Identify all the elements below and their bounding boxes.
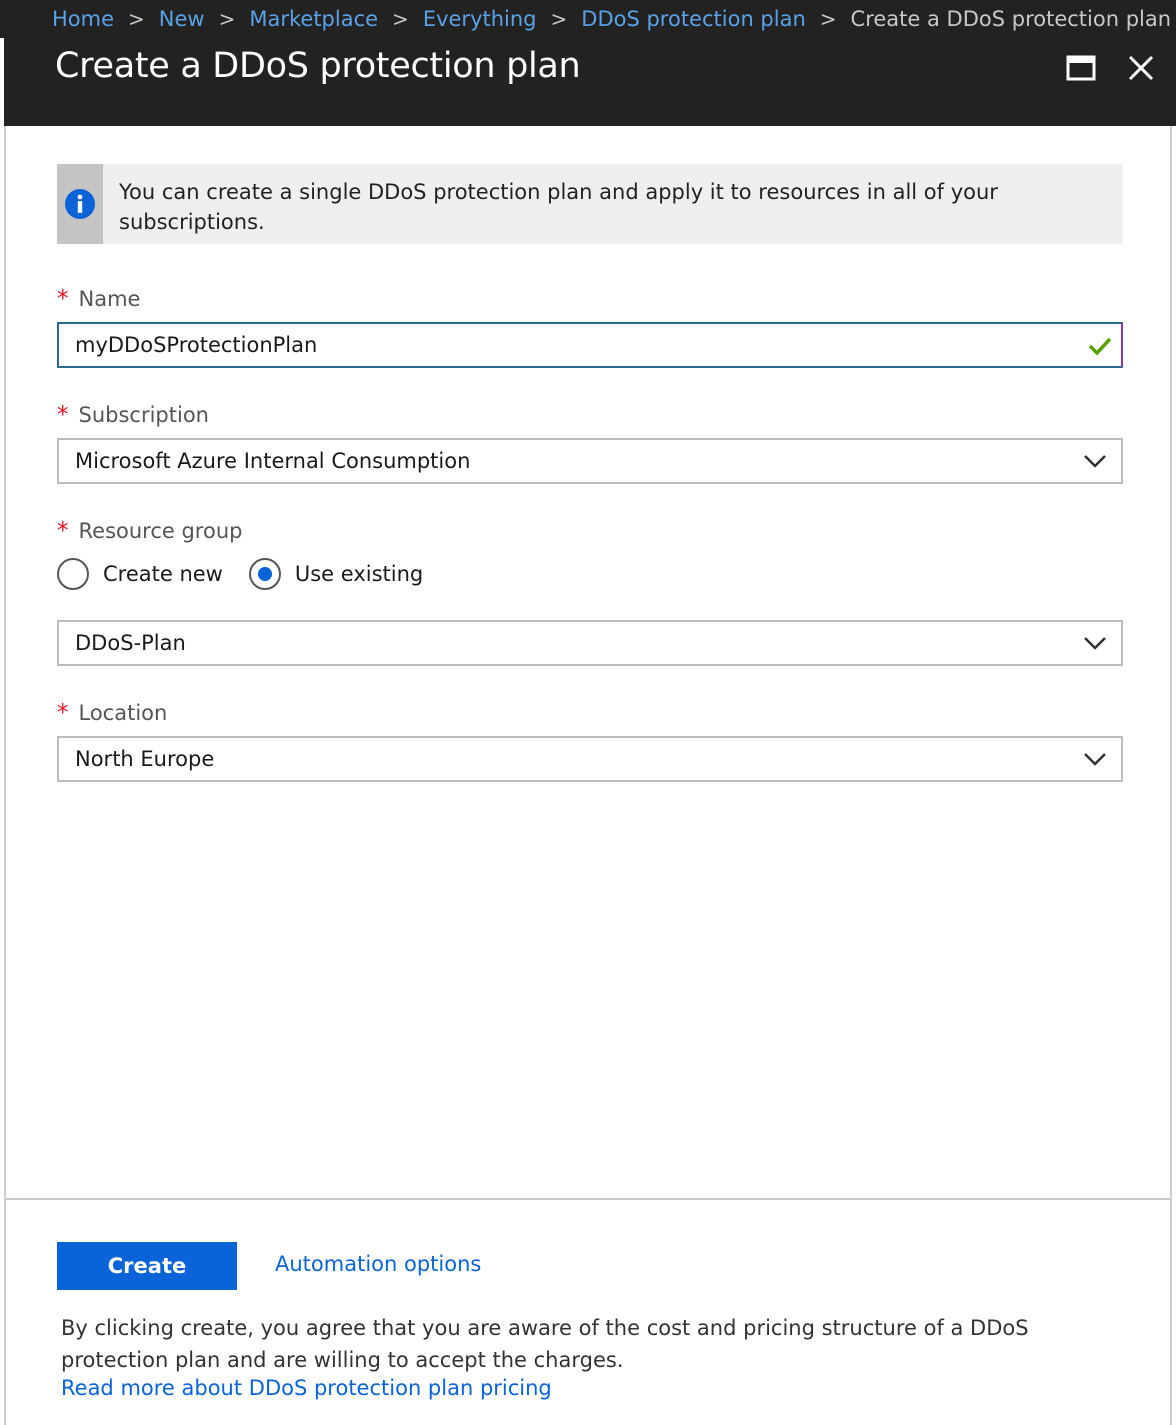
chevron-right-icon: > [819,7,837,31]
chevron-down-icon [1084,637,1106,650]
subscription-value: Microsoft Azure Internal Consumption [75,449,471,473]
radio-button-unselected[interactable] [57,558,89,590]
info-banner: You can create a single DDoS protection … [57,164,1123,244]
disclaimer-text: By clicking create, you agree that you a… [61,1316,1029,1372]
pricing-link[interactable]: Read more about DDoS protection plan pri… [61,1376,552,1400]
name-label-text: Name [78,287,141,311]
radio-button-selected[interactable] [248,558,281,590]
radio-use-existing-label: Use existing [294,562,424,586]
radio-use-existing[interactable]: Use existing [248,558,424,590]
name-label: * Name [57,286,140,312]
chevron-down-icon [1084,455,1106,468]
automation-options-link[interactable]: Automation options [275,1252,481,1276]
required-marker: * [57,402,69,428]
breadcrumb-ddos-plan[interactable]: DDoS protection plan [581,7,806,31]
subscription-label: * Subscription [57,402,209,428]
breadcrumb-current: Create a DDoS protection plan [850,7,1172,31]
chevron-right-icon: > [218,7,236,31]
breadcrumb-new[interactable]: New [159,7,205,31]
name-input[interactable]: myDDoSProtectionPlan [57,322,1123,368]
radio-create-new[interactable]: Create new [57,558,223,590]
location-label: * Location [57,700,167,726]
location-dropdown[interactable]: North Europe [57,736,1123,782]
info-icon [65,189,95,219]
resource-group-value: DDoS-Plan [75,631,186,655]
info-text: You can create a single DDoS protection … [119,180,998,234]
resource-group-dropdown[interactable]: DDoS-Plan [57,620,1123,666]
required-marker: * [57,518,69,544]
subscription-label-text: Subscription [78,403,209,427]
chevron-right-icon: > [392,7,409,31]
blade-header: Create a DDoS protection plan [4,38,1176,126]
blade-body: You can create a single DDoS protection … [4,126,1172,1425]
breadcrumb-marketplace[interactable]: Marketplace [249,7,378,31]
checkmark-icon [1088,337,1112,356]
resource-group-label-text: Resource group [78,519,243,543]
close-icon[interactable] [1124,52,1158,86]
maximize-icon[interactable] [1064,52,1098,86]
footer-divider [6,1198,1170,1200]
chevron-down-icon [1084,753,1106,766]
breadcrumb-everything[interactable]: Everything [423,7,537,31]
create-button[interactable]: Create [57,1242,237,1290]
resource-group-radio-group: Create new Use existing [57,554,449,594]
location-label-text: Location [78,701,168,725]
location-value: North Europe [75,747,215,771]
radio-create-new-label: Create new [103,562,223,586]
subscription-dropdown[interactable]: Microsoft Azure Internal Consumption [57,438,1123,484]
required-marker: * [57,700,69,726]
breadcrumb: Home > New > Marketplace > Everything > … [0,0,1176,38]
chevron-right-icon: > [128,7,145,31]
breadcrumb-home[interactable]: Home [52,7,114,31]
chevron-right-icon: > [550,7,568,31]
required-marker: * [57,286,69,312]
resource-group-label: * Resource group [57,518,242,544]
name-input-value: myDDoSProtectionPlan [75,333,318,357]
radio-dot [257,567,272,581]
page-title: Create a DDoS protection plan [55,46,581,86]
